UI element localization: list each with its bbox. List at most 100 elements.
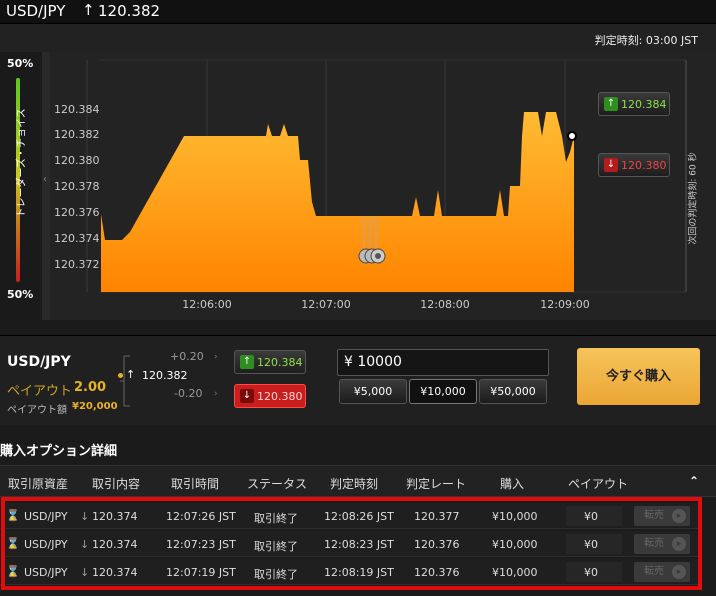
next-judge-text: 次回の判定時刻: 60 秒 [688, 152, 699, 245]
table-row: ⌛ USD/JPY ↓ 120.374 12:07:26 JST 取引終了 12… [6, 503, 698, 529]
y-tick-label: 120.384 [54, 103, 100, 116]
current-point-marker [567, 131, 577, 141]
chevron-right-icon: › [214, 389, 218, 399]
hourglass-icon: ⌛ [6, 509, 20, 522]
high-rate: 120.384 [621, 98, 667, 111]
row-judge-rate: 120.377 [414, 510, 460, 523]
trade-pair: USD/JPY [7, 354, 71, 370]
y-tick-label: 120.376 [54, 206, 100, 219]
row-rate: 120.374 [92, 510, 138, 523]
row-asset: USD/JPY [24, 566, 68, 579]
y-tick-label: 120.372 [54, 258, 100, 271]
high-button-rate: 120.384 [257, 356, 303, 369]
high-rate-button[interactable]: ↑ 120.384 [598, 92, 670, 116]
row-status: 取引終了 [254, 568, 298, 581]
price-chart: 120.384 120.382 120.380 120.378 120.376 120.3… [50, 52, 690, 314]
row-rate: 120.374 [92, 538, 138, 551]
col-time: 取引時間 [171, 477, 220, 491]
row-judge-rate: 120.376 [414, 566, 460, 579]
x-tick-label: 12:06:00 [182, 298, 231, 311]
buy-now-button[interactable]: 今すぐ購入 [577, 348, 700, 405]
chart-area: 50% トレーダーズ・チョイス 50% ‹ 120.384 120.382 120.… [0, 52, 716, 320]
current-rate: 120.382 [98, 2, 161, 20]
y-tick-label: 120.374 [54, 232, 100, 245]
row-judge-rate: 120.376 [414, 538, 460, 551]
row-judge-time: 12:08:23 JST [324, 538, 394, 551]
amount-input[interactable]: ¥ 10000 [337, 349, 549, 376]
next-judge-label: 次回の判定時刻: 60 秒 [684, 92, 700, 312]
down-arrow-icon: ↓ [240, 389, 254, 403]
col-content: 取引内容 [92, 477, 141, 491]
offset-up: +0.20 [170, 350, 204, 363]
offset-down: -0.20 [174, 387, 203, 400]
col-judge-time: 判定時刻 [330, 477, 379, 491]
chevron-right-icon: › [214, 352, 218, 362]
down-arrow-icon: ↓ [80, 538, 90, 551]
judge-bar: 判定時刻: 03:00 JST [0, 24, 716, 52]
down-arrow-icon: ↓ [604, 158, 618, 172]
low-rate: 120.380 [621, 159, 667, 172]
amount-50000-button[interactable]: ¥50,000 [479, 379, 547, 404]
row-judge-time: 12:08:26 JST [324, 510, 394, 523]
trade-panel: USD/JPY ペイアウト 2.00 ペイアウト額 ¥20,000 +0.20 … [0, 335, 716, 425]
table-row: ⌛ USD/JPY ↓ 120.374 12:07:23 JST 取引終了 12… [6, 531, 698, 557]
col-purchase: 購入 [500, 477, 525, 491]
table-header: 取引原資産 取引内容 取引時間 ステータス 判定時刻 判定レート 購入 ペイアウ… [0, 465, 716, 497]
row-purchase: ¥10,000 [492, 538, 538, 551]
row-payout: ¥0 [584, 566, 598, 579]
hourglass-icon: ⌛ [6, 565, 20, 578]
row-purchase: ¥10,000 [492, 566, 538, 579]
x-tick-label: 12:09:00 [540, 298, 589, 311]
play-icon: ▸ [672, 537, 686, 551]
payout-label: ペイアウト [7, 384, 73, 399]
resale-button[interactable]: 転売 ▸ [634, 506, 690, 526]
col-asset: 取引原資産 [8, 477, 69, 491]
collapse-table-icon[interactable]: ⌃ [689, 474, 699, 488]
row-judge-time: 12:08:19 JST [324, 566, 394, 579]
sentiment-bottom: 50% [7, 288, 34, 301]
resale-button[interactable]: 転売 ▸ [634, 534, 690, 554]
play-icon: ▸ [672, 509, 686, 523]
low-button[interactable]: ↓ 120.380 [234, 384, 306, 408]
x-tick-label: 12:08:00 [420, 298, 469, 311]
down-arrow-icon: ↓ [80, 566, 90, 579]
up-arrow-icon: ↑ [604, 97, 618, 111]
sentiment-label: トレーダーズ・チョイス [16, 108, 28, 218]
row-payout: ¥0 [584, 538, 598, 551]
high-button[interactable]: ↑ 120.384 [234, 350, 306, 374]
y-tick-label: 120.382 [54, 128, 100, 141]
row-time: 12:07:19 JST [166, 566, 236, 579]
down-arrow-icon: ↓ [80, 510, 90, 523]
purchase-details-title: 購入オプション詳細 [0, 444, 118, 459]
x-tick-label: 12:07:00 [301, 298, 350, 311]
row-time: 12:07:26 JST [166, 510, 236, 523]
hourglass-icon: ⌛ [6, 537, 20, 550]
row-rate: 120.374 [92, 566, 138, 579]
amount-5000-button[interactable]: ¥5,000 [339, 379, 407, 404]
amount-10000-button[interactable]: ¥10,000 [409, 379, 477, 404]
up-arrow-icon: ↑ [126, 368, 136, 381]
row-status: 取引終了 [254, 512, 298, 525]
row-purchase: ¥10,000 [492, 510, 538, 523]
y-tick-label: 120.378 [54, 180, 100, 193]
collapse-tab[interactable] [42, 52, 50, 320]
payout-value: 2.00 [74, 380, 107, 395]
pair-title: USD/JPY [6, 2, 66, 20]
low-rate-button[interactable]: ↓ 120.380 [598, 153, 670, 177]
current-dot [118, 373, 123, 378]
play-icon: ▸ [672, 565, 686, 579]
resale-button[interactable]: 転売 ▸ [634, 562, 690, 582]
row-asset: USD/JPY [24, 510, 68, 523]
trade-current-rate: 120.382 [142, 369, 188, 382]
row-asset: USD/JPY [24, 538, 68, 551]
col-judge-rate: 判定レート [406, 477, 467, 491]
up-arrow-icon: ↑ [240, 355, 254, 369]
chevron-left-icon[interactable]: ‹ [43, 174, 47, 185]
up-arrow-icon: ↑ [82, 1, 95, 19]
col-payout: ペイアウト [568, 477, 629, 491]
traders-choice-panel: 50% トレーダーズ・チョイス 50% [0, 52, 42, 320]
low-button-rate: 120.380 [257, 390, 303, 403]
row-time: 12:07:23 JST [166, 538, 236, 551]
sentiment-top: 50% [7, 57, 34, 70]
judge-time: 判定時刻: 03:00 JST [594, 34, 698, 47]
